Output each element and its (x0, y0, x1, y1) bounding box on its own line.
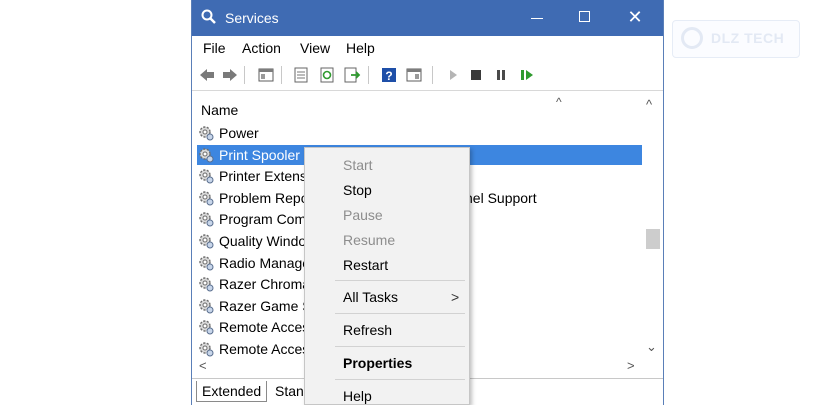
service-gear-icon (197, 167, 215, 185)
service-name: Remote Acces (219, 319, 310, 336)
context-item-start[interactable]: Start (343, 157, 373, 173)
watermark-logo: DLZ TECH (672, 20, 800, 58)
menu-action[interactable]: Action (242, 40, 281, 56)
context-item-pause[interactable]: Pause (343, 207, 383, 223)
forward-arrow-icon[interactable] (221, 66, 239, 84)
list-item[interactable]: Power (197, 123, 642, 143)
submenu-arrow-icon: > (451, 289, 460, 305)
context-item-properties[interactable]: Properties (343, 355, 412, 371)
show-action-pane-icon[interactable] (405, 66, 423, 84)
toolbar-separator (432, 66, 433, 84)
context-item-restart[interactable]: Restart (343, 257, 388, 273)
service-gear-icon (197, 254, 215, 272)
window-title: Services (225, 10, 279, 26)
menu-separator (335, 346, 465, 347)
title-bar: Services ✕ (192, 0, 663, 36)
service-gear-icon (197, 124, 215, 142)
properties-icon[interactable] (292, 66, 310, 84)
context-item-refresh[interactable]: Refresh (343, 322, 392, 338)
maximize-button[interactable] (562, 0, 608, 36)
toolbar-separator (281, 66, 282, 84)
close-button[interactable]: ✕ (612, 0, 658, 36)
sort-ascending-icon: ^ (556, 95, 562, 109)
context-item-all-tasks[interactable]: All Tasks (343, 289, 398, 305)
service-name: Power (219, 125, 259, 141)
scroll-up-icon[interactable]: ^ (646, 97, 652, 112)
service-name: Razer Chroma (219, 276, 311, 293)
service-gear-icon (197, 275, 215, 293)
tab-standard[interactable]: Stan (270, 381, 309, 401)
tab-extended[interactable]: Extended (196, 381, 268, 402)
service-name: Radio Manage (219, 254, 311, 271)
service-gear-icon (197, 189, 215, 207)
service-name: Remote Acces (219, 341, 310, 357)
svg-text:?: ? (385, 69, 392, 83)
menu-help[interactable]: Help (346, 40, 375, 56)
service-name: Quality Windo (219, 233, 307, 249)
menu-separator (335, 313, 465, 314)
service-name: Problem Repo (219, 189, 309, 206)
show-hide-console-tree-icon[interactable] (257, 66, 275, 84)
service-gear-icon (197, 297, 215, 315)
watermark-icon (681, 27, 703, 49)
restart-service-icon[interactable] (518, 66, 536, 84)
start-service-icon[interactable] (444, 66, 462, 84)
back-arrow-icon[interactable] (198, 66, 216, 84)
pause-service-icon[interactable] (492, 66, 510, 84)
menu-bar: File Action View Help (192, 36, 663, 60)
menu-file[interactable]: File (203, 40, 226, 56)
menu-separator (335, 280, 465, 281)
scroll-right-icon[interactable]: > (627, 358, 635, 373)
context-item-help[interactable]: Help (343, 388, 372, 404)
service-description: nel Support (465, 189, 537, 206)
export-list-icon[interactable] (343, 66, 361, 84)
watermark-text: DLZ TECH (711, 30, 785, 46)
service-name: Printer Extensi (219, 168, 311, 185)
column-header-name[interactable]: Name (201, 102, 238, 118)
stop-service-icon[interactable] (467, 66, 485, 84)
service-gear-icon (197, 340, 215, 358)
service-name: Program Com (219, 211, 307, 228)
scroll-thumb[interactable] (646, 229, 660, 249)
service-gear-icon (197, 210, 215, 228)
vertical-scrollbar[interactable]: ^ ⌄ (644, 95, 661, 357)
toolbar: ? (192, 60, 663, 91)
menu-view[interactable]: View (300, 40, 330, 56)
list-header: Name ^ (192, 95, 649, 121)
toolbar-separator (368, 66, 369, 84)
help-icon[interactable]: ? (380, 66, 398, 84)
service-gear-icon (197, 232, 215, 250)
refresh-icon[interactable] (318, 66, 336, 84)
context-item-stop[interactable]: Stop (343, 182, 372, 198)
service-name: Print Spooler (219, 146, 300, 163)
toolbar-separator (244, 66, 245, 84)
services-app-icon (201, 9, 216, 24)
context-item-resume[interactable]: Resume (343, 232, 395, 248)
service-gear-icon (197, 318, 215, 336)
service-gear-icon (197, 146, 215, 164)
context-menu: Start Stop Pause Resume Restart All Task… (304, 147, 470, 405)
scroll-down-icon[interactable]: ⌄ (646, 339, 657, 355)
minimize-button[interactable] (514, 0, 560, 36)
scroll-left-icon[interactable]: < (199, 358, 207, 373)
menu-separator (335, 379, 465, 380)
